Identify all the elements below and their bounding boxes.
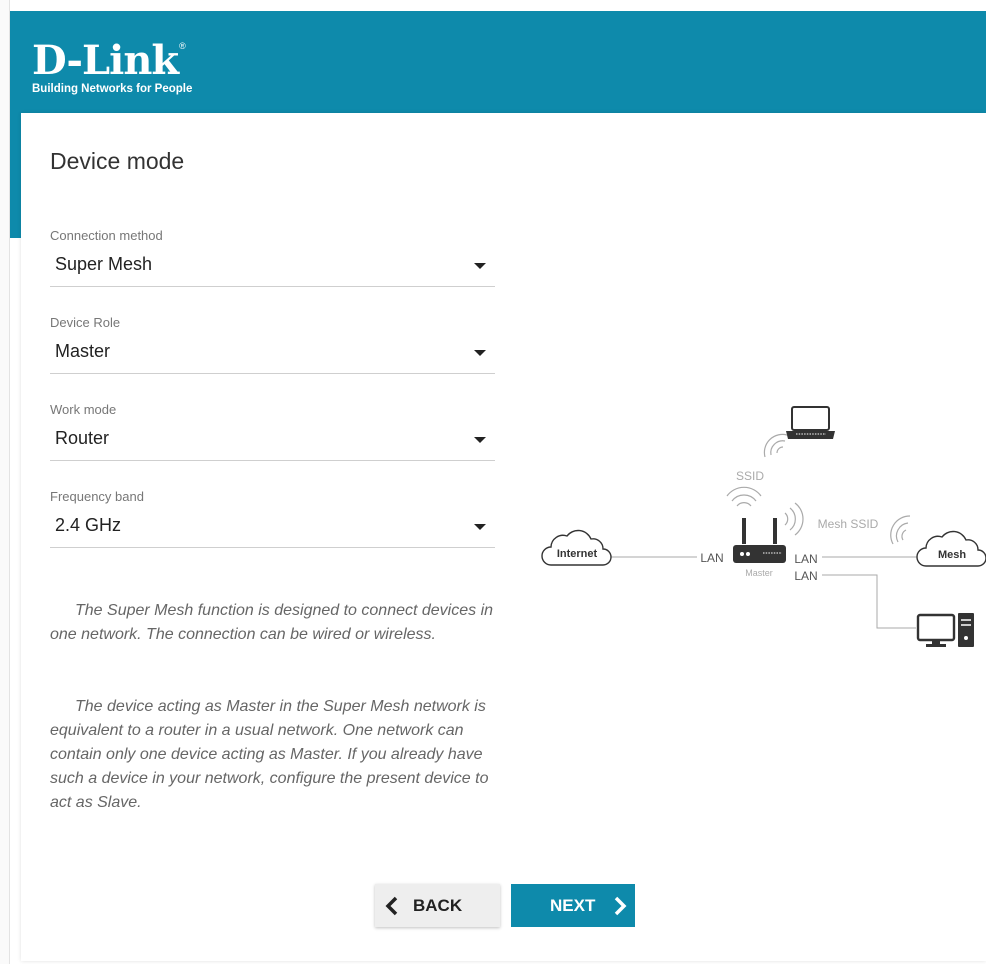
chevron-left-icon <box>385 896 398 916</box>
work-mode-value: Router <box>55 428 110 448</box>
connection-method-label: Connection method <box>50 228 163 243</box>
dropdown-arrow-icon <box>474 350 486 356</box>
dropdown-arrow-icon <box>474 263 486 269</box>
page-title: Device mode <box>50 148 185 174</box>
frequency-band-label: Frequency band <box>50 489 144 504</box>
logo-registered-mark: ® <box>179 41 186 51</box>
window-frame-edge <box>0 0 10 964</box>
logo-wordmark: D-Link <box>32 37 179 84</box>
device-role-select[interactable]: Device Role Master <box>50 315 495 374</box>
dlink-logo: D-Link® Building Networks for People <box>32 41 192 96</box>
next-button-label: NEXT <box>550 896 596 915</box>
back-button[interactable]: BACK <box>375 884 500 927</box>
connection-method-select[interactable]: Connection method Super Mesh <box>50 228 495 287</box>
chevron-right-icon <box>614 896 627 916</box>
frequency-band-select[interactable]: Frequency band 2.4 GHz <box>50 489 495 548</box>
work-mode-select[interactable]: Work mode Router <box>50 402 495 461</box>
description-paragraph-2: The device acting as Master in the Super… <box>50 698 489 811</box>
next-button[interactable]: NEXT <box>511 884 635 927</box>
back-button-label: BACK <box>413 896 463 915</box>
dropdown-arrow-icon <box>474 437 486 443</box>
logo-tagline: Building Networks for People <box>32 83 193 95</box>
description-paragraph-1: The Super Mesh function is designed to c… <box>50 602 494 643</box>
dropdown-arrow-icon <box>474 524 486 530</box>
device-role-label: Device Role <box>50 315 121 330</box>
frequency-band-value: 2.4 GHz <box>55 515 122 535</box>
connection-method-value: Super Mesh <box>55 254 153 274</box>
device-role-value: Master <box>55 341 111 361</box>
work-mode-label: Work mode <box>50 402 117 417</box>
device-mode-card: Device mode Connection method Super Mesh… <box>21 113 986 961</box>
